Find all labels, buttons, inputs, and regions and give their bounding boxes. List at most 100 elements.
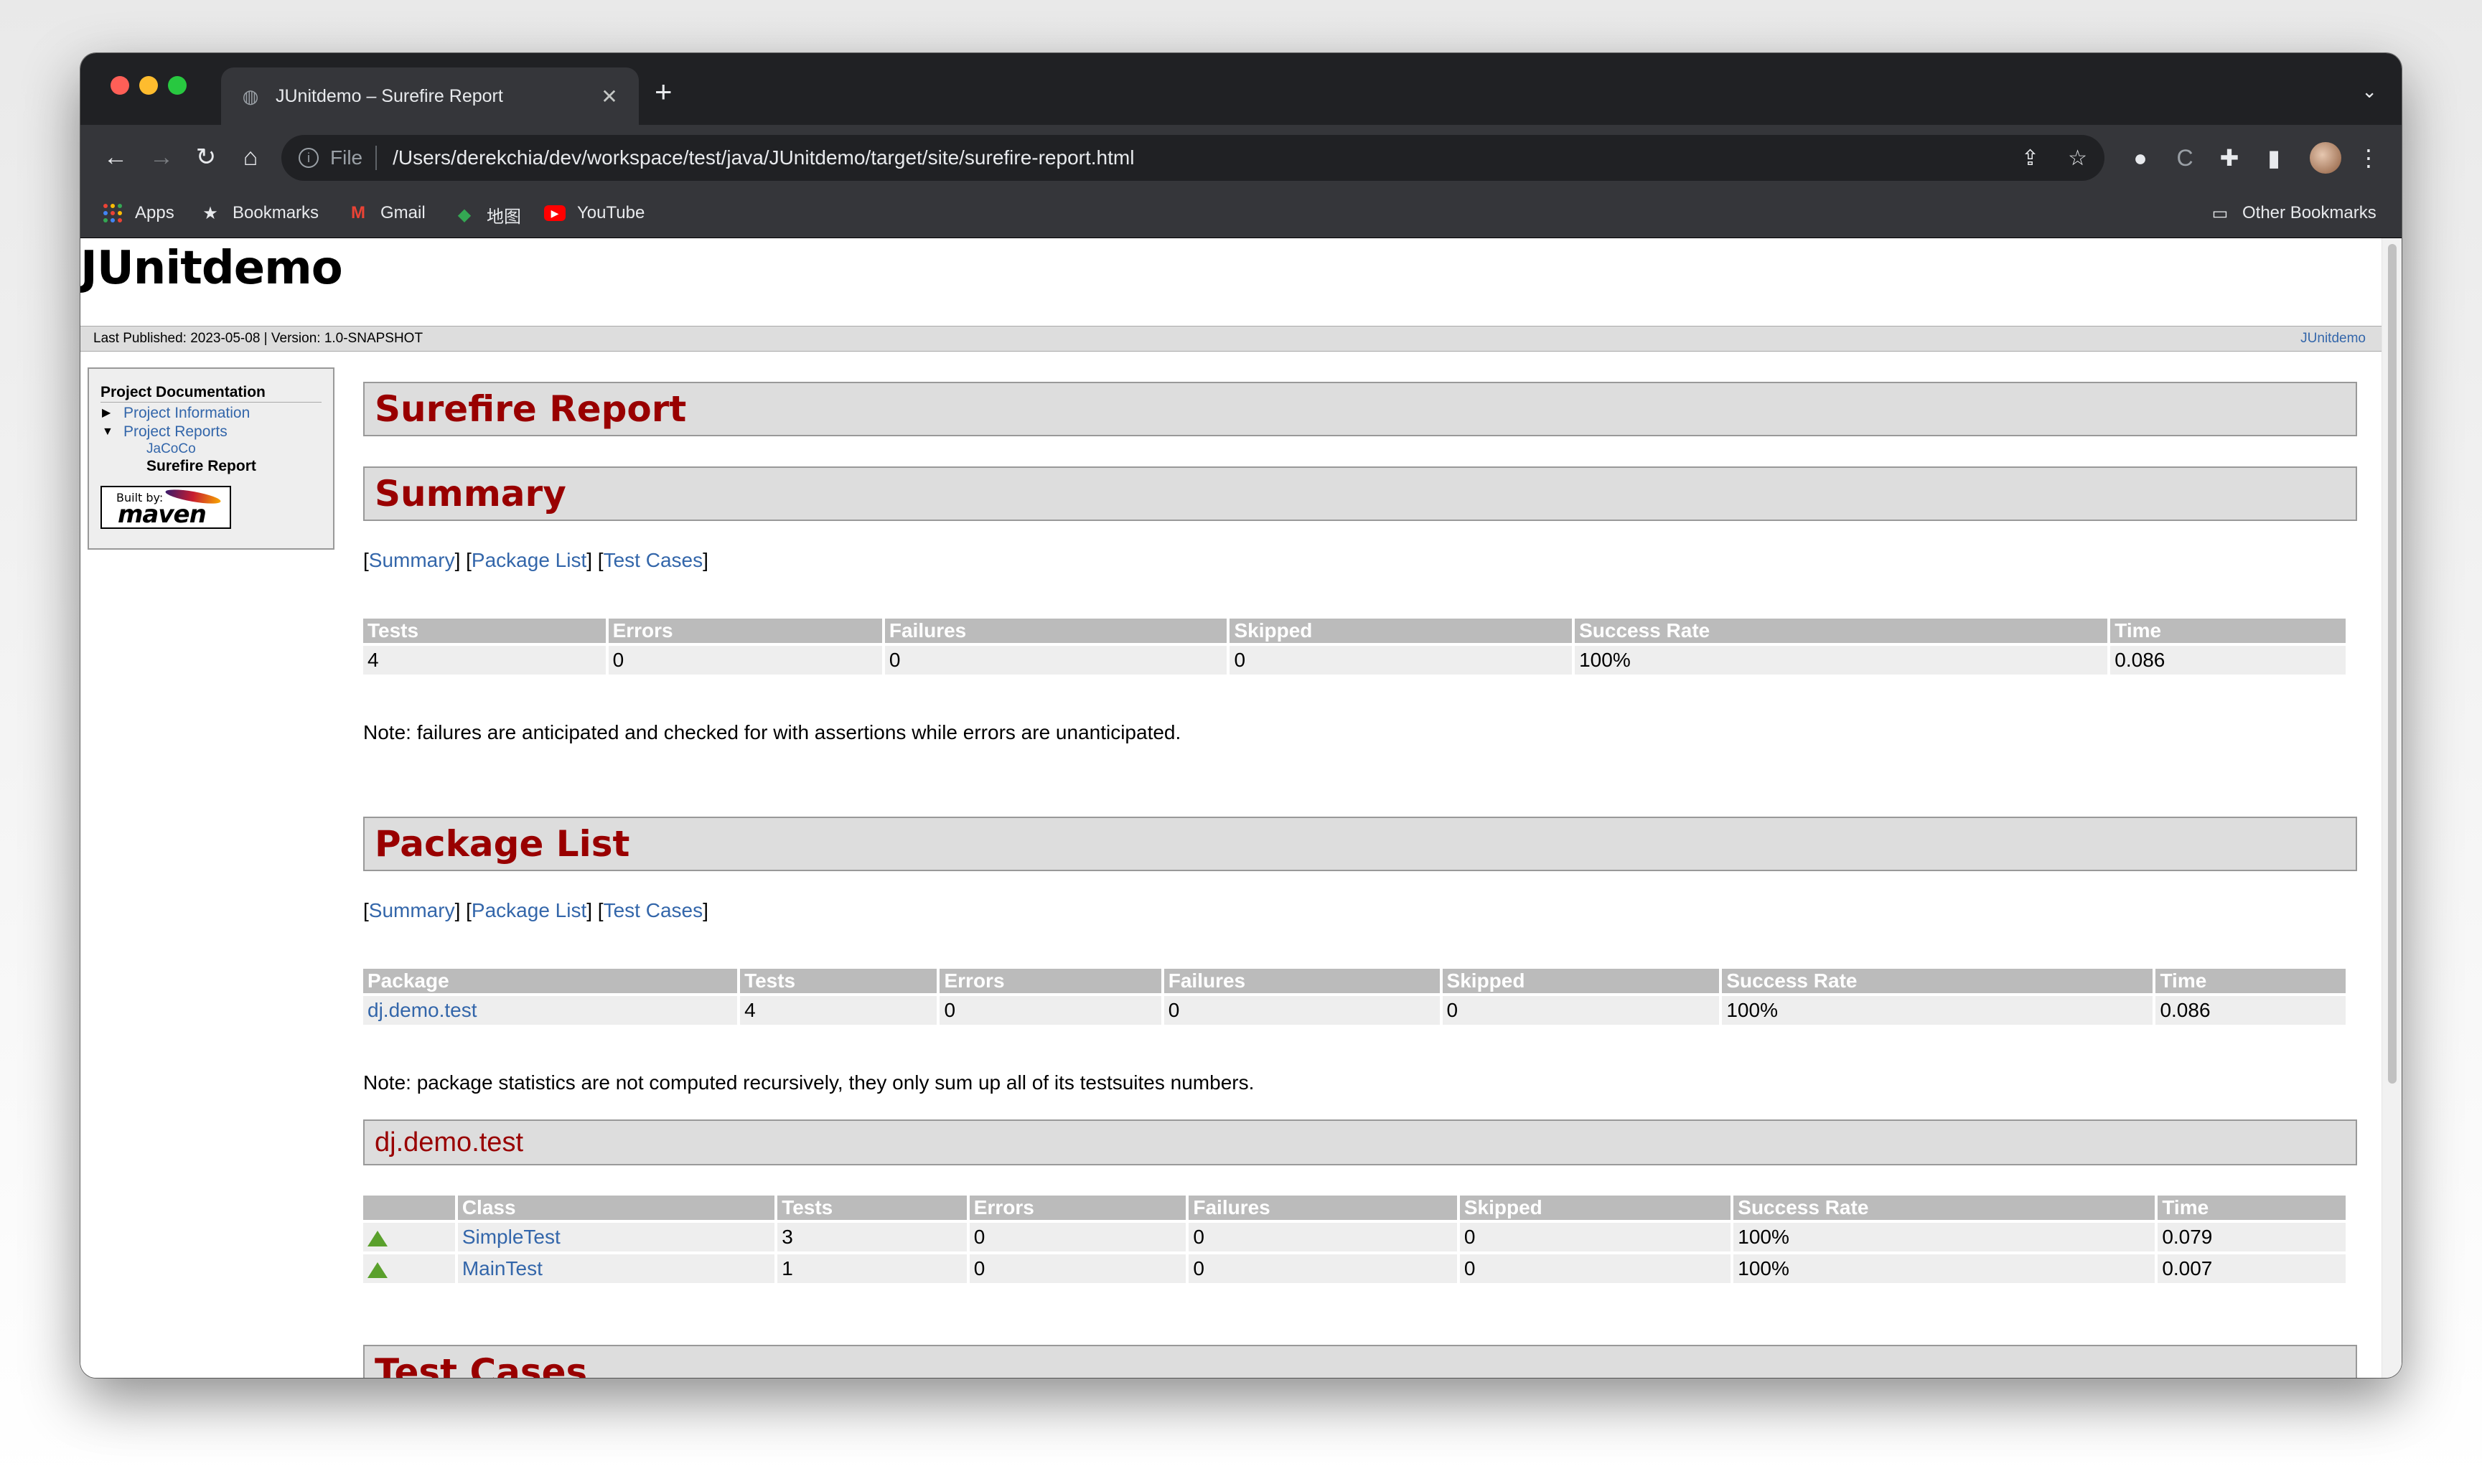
- built-by-maven-logo[interactable]: Built by: maven: [100, 486, 231, 529]
- cell-skipped: 0: [1230, 646, 1573, 675]
- package-link[interactable]: dj.demo.test: [367, 999, 477, 1021]
- col-header-status: [363, 1196, 455, 1220]
- breadcrumb-project-link[interactable]: JUnitdemo: [2300, 327, 2366, 351]
- table-row: dj.demo.test 4 0 0 0 100% 0.086: [363, 996, 2346, 1025]
- home-icon[interactable]: ⌂: [234, 141, 267, 174]
- cell-failures: 0: [1163, 996, 1440, 1025]
- col-header: Skipped: [1442, 969, 1720, 993]
- link-summary[interactable]: Summary: [369, 549, 455, 571]
- bookmark-bookmarks[interactable]: ★ Bookmarks: [200, 202, 319, 224]
- site-info-icon[interactable]: i: [299, 148, 319, 168]
- nav-surefire-report-label: Surefire Report: [146, 458, 256, 474]
- tab-close-icon[interactable]: ✕: [599, 85, 620, 108]
- left-navigation: Project Documentation ▶ Project Informat…: [88, 367, 334, 550]
- bookmark-apps[interactable]: Apps: [102, 202, 174, 224]
- bookmark-youtube[interactable]: ▶ YouTube: [544, 202, 645, 224]
- close-window-button[interactable]: [111, 76, 129, 95]
- package-header-row: Package Tests Errors Failures Skipped Su…: [363, 969, 2346, 993]
- folder-icon: ▭: [2211, 203, 2229, 223]
- cell-success-rate: 100%: [1722, 996, 2153, 1025]
- col-header: Skipped: [1459, 1196, 1731, 1220]
- bookmark-other[interactable]: ▭ Other Bookmarks: [2209, 202, 2376, 224]
- col-header: Time: [2155, 969, 2346, 993]
- bookmark-gmail[interactable]: M Gmail: [347, 202, 426, 224]
- table-row: MainTest 1 0 0 0 100% 0.007: [363, 1254, 2346, 1283]
- omnibox-divider: [375, 146, 378, 170]
- menu-kebab-icon[interactable]: ⋮: [2354, 144, 2383, 172]
- url-scheme: File: [330, 146, 363, 169]
- test-cases-heading: Test Cases: [363, 1345, 2357, 1378]
- browser-toolbar: ← → ↻ ⌂ i File /Users/derekchia/dev/work…: [80, 125, 2402, 192]
- cell-package: dj.demo.test: [363, 996, 738, 1025]
- profile-avatar[interactable]: [2310, 142, 2341, 174]
- apps-grid-icon: [102, 202, 123, 224]
- col-header: Package: [363, 969, 738, 993]
- page-viewport[interactable]: JUnitdemo Last Published: 2023-05-08 | V…: [80, 238, 2402, 1378]
- cell-time: 0.007: [2158, 1254, 2346, 1283]
- address-bar[interactable]: i File /Users/derekchia/dev/workspace/te…: [281, 135, 2104, 181]
- forward-arrow-icon[interactable]: →: [145, 141, 178, 174]
- tab-search-chevron-icon[interactable]: ⌄: [2361, 80, 2377, 103]
- nav-jacoco-label: JaCoCo: [146, 441, 196, 456]
- minimize-window-button[interactable]: [139, 76, 158, 95]
- browser-window: ◍ JUnitdemo – Surefire Report ✕ + ⌄ ← → …: [80, 53, 2402, 1378]
- globe-icon: ◍: [242, 85, 259, 107]
- nav-project-information[interactable]: ▶ Project Information: [100, 404, 322, 423]
- site-banner: JUnitdemo: [80, 242, 343, 295]
- nav-project-reports-label: Project Reports: [123, 423, 228, 440]
- nav-project-reports[interactable]: ▼ Project Reports: [100, 423, 322, 441]
- nav-project-information-label: Project Information: [123, 405, 250, 421]
- link-summary[interactable]: Summary: [369, 899, 455, 921]
- col-header: Class: [457, 1196, 775, 1220]
- zoom-window-button[interactable]: [168, 76, 187, 95]
- extension-c-icon[interactable]: C: [2170, 144, 2199, 172]
- bookmark-maps[interactable]: ◆ 地图: [454, 202, 521, 227]
- link-package-list[interactable]: Package List: [472, 899, 586, 921]
- new-tab-button[interactable]: +: [655, 77, 673, 107]
- cell-success-rate: 100%: [1733, 1223, 2155, 1251]
- class-link[interactable]: SimpleTest: [462, 1226, 561, 1248]
- bookmark-other-label: Other Bookmarks: [2242, 203, 2376, 222]
- cell-failures: 0: [1189, 1254, 1457, 1283]
- table-row: 4 0 0 0 100% 0.086: [363, 646, 2346, 675]
- tab-surefire-report[interactable]: ◍ JUnitdemo – Surefire Report ✕: [221, 67, 639, 125]
- cell-success-rate: 100%: [1733, 1254, 2155, 1283]
- col-header: Success Rate: [1722, 969, 2153, 993]
- back-arrow-icon[interactable]: ←: [99, 141, 132, 174]
- table-row: SimpleTest 3 0 0 0 100% 0.079: [363, 1223, 2346, 1251]
- col-header: Failures: [1163, 969, 1440, 993]
- package-section-heading: dj.demo.test: [363, 1119, 2357, 1165]
- col-header: Time: [2110, 619, 2346, 643]
- cell-time: 0.086: [2155, 996, 2346, 1025]
- col-header: Errors: [608, 619, 882, 643]
- link-test-cases[interactable]: Test Cases: [604, 549, 703, 571]
- cell-tests: 4: [363, 646, 606, 675]
- cell-tests: 3: [777, 1223, 967, 1251]
- col-header: Tests: [363, 619, 606, 643]
- col-header: Success Rate: [1733, 1196, 2155, 1220]
- cell-skipped: 0: [1442, 996, 1720, 1025]
- vertical-scrollbar[interactable]: [2382, 238, 2402, 1378]
- bookmark-star-icon[interactable]: ☆: [2068, 146, 2087, 171]
- cell-skipped: 0: [1459, 1223, 1731, 1251]
- gmail-icon: M: [351, 203, 365, 222]
- bookmarks-bar: Apps ★ Bookmarks M Gmail ◆ 地图 ▶ YouTube …: [80, 192, 2402, 238]
- cell-errors: 0: [969, 1223, 1186, 1251]
- extension-circle-icon[interactable]: ●: [2126, 144, 2155, 172]
- link-test-cases[interactable]: Test Cases: [604, 899, 703, 921]
- reload-icon[interactable]: ↻: [189, 141, 223, 174]
- col-header: Tests: [777, 1196, 967, 1220]
- cell-failures: 0: [1189, 1223, 1457, 1251]
- share-icon[interactable]: ⇪: [2021, 146, 2039, 171]
- link-package-list[interactable]: Package List: [472, 549, 586, 571]
- bookmark-youtube-label: YouTube: [577, 203, 645, 222]
- url-text[interactable]: /Users/derekchia/dev/workspace/test/java…: [393, 146, 1992, 169]
- cell-tests: 4: [740, 996, 937, 1025]
- scrollbar-thumb[interactable]: [2388, 244, 2397, 1084]
- side-panel-icon[interactable]: ▮: [2259, 144, 2288, 172]
- class-link[interactable]: MainTest: [462, 1257, 543, 1279]
- nav-jacoco[interactable]: JaCoCo: [100, 441, 322, 457]
- class-table: Class Tests Errors Failures Skipped Succ…: [360, 1193, 2348, 1286]
- extensions-puzzle-icon[interactable]: ✚: [2215, 144, 2244, 172]
- col-header: Failures: [1189, 1196, 1457, 1220]
